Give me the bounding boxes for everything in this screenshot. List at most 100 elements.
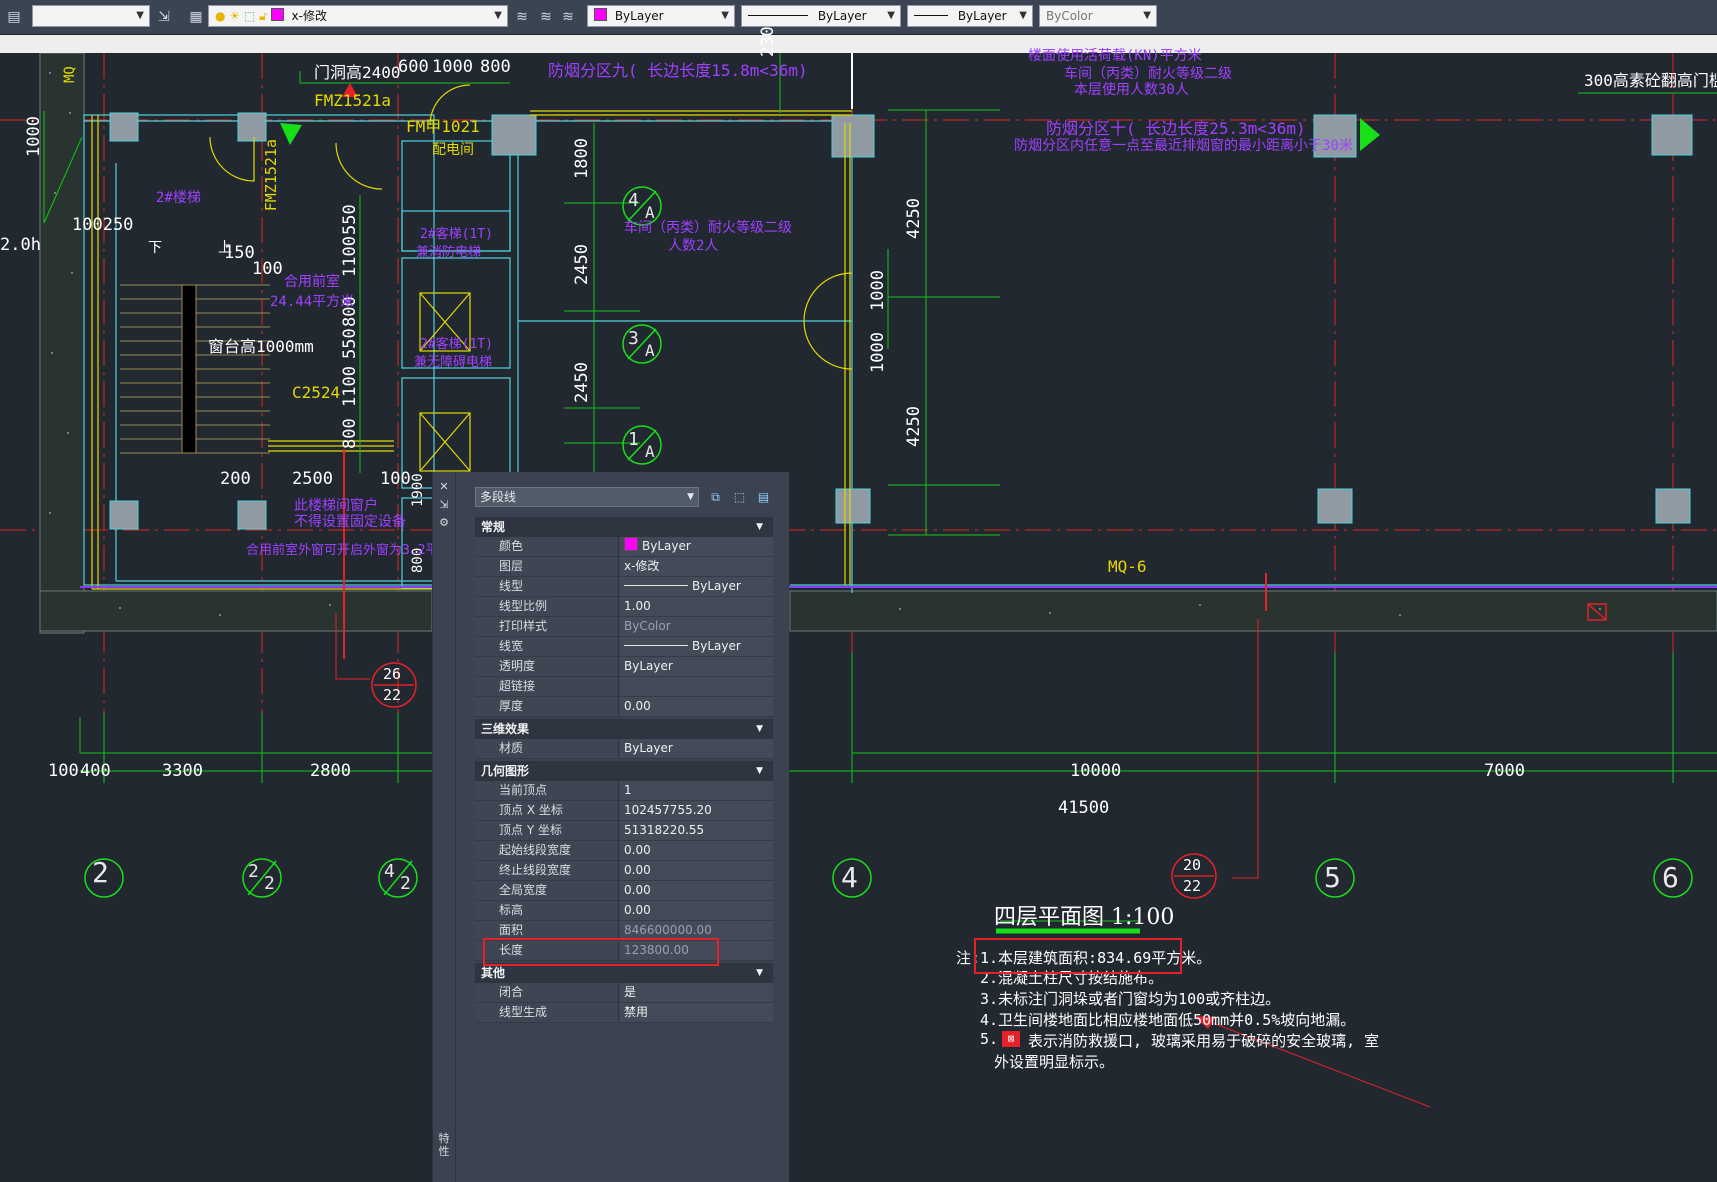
- property-row[interactable]: 线型生成 禁用: [475, 1003, 773, 1023]
- plotstyle-dropdown[interactable]: ByColor ▼: [1039, 5, 1157, 27]
- property-row[interactable]: 起始线段宽度 0.00: [475, 841, 773, 861]
- dim-1800: 1800: [572, 138, 592, 179]
- property-name: 透明度: [475, 657, 619, 676]
- property-value[interactable]: 0.00: [620, 841, 773, 860]
- toggle-pickadd-icon[interactable]: ⧉: [707, 489, 724, 506]
- group-header[interactable]: 几何图形 ▼: [475, 761, 773, 781]
- detail-bubble-20-top: 20: [1183, 856, 1202, 874]
- dim-1100-a: 1100: [340, 236, 360, 277]
- property-value[interactable]: 是: [620, 983, 773, 1002]
- property-row[interactable]: 终止线段宽度 0.00: [475, 861, 773, 881]
- property-value[interactable]: 0.00: [620, 697, 773, 716]
- layer-isolate-icon[interactable]: ≋: [558, 7, 578, 27]
- quick-select-icon[interactable]: ▤: [755, 489, 772, 506]
- property-value-text: 是: [624, 985, 637, 999]
- layer-state-dropdown[interactable]: ▼: [32, 5, 150, 27]
- property-row[interactable]: 标高 0.00: [475, 901, 773, 921]
- property-row[interactable]: 顶点 Y 坐标 51318220.55: [475, 821, 773, 841]
- property-value[interactable]: 102457755.20: [620, 801, 773, 820]
- property-row[interactable]: 颜色 ByLayer: [475, 537, 773, 557]
- property-value[interactable]: 0.00: [620, 901, 773, 920]
- group-header[interactable]: 三维效果 ▼: [475, 719, 773, 739]
- property-row[interactable]: 全局宽度 0.00: [475, 881, 773, 901]
- label-elevator-1-sub: 兼消防电梯: [416, 245, 482, 260]
- group-header[interactable]: 常规 ▼: [475, 517, 773, 537]
- autohide-icon[interactable]: ⇲: [437, 498, 451, 512]
- label-workshop: 车间（丙类）耐火等级二级: [624, 220, 792, 236]
- chevron-down-icon[interactable]: ▼: [756, 719, 763, 739]
- chevron-down-icon[interactable]: ▼: [756, 963, 763, 983]
- property-row[interactable]: 厚度 0.00: [475, 697, 773, 717]
- property-name: 材质: [475, 739, 619, 758]
- property-name: 闭合: [475, 983, 619, 1002]
- property-row[interactable]: 图层 x-修改: [475, 557, 773, 577]
- lineweight-value: ByLayer: [957, 9, 1007, 23]
- property-row[interactable]: 当前顶点 1: [475, 781, 773, 801]
- property-row[interactable]: 线型 ByLayer: [475, 577, 773, 597]
- property-row[interactable]: 打印样式 ByColor: [475, 617, 773, 637]
- property-value[interactable]: 51318220.55: [620, 821, 773, 840]
- layer-properties-icon[interactable]: ▦: [186, 7, 206, 27]
- match-layer-icon[interactable]: ≋: [512, 7, 532, 27]
- property-name: 颜色: [475, 537, 619, 556]
- dim-600: 600: [398, 57, 429, 77]
- label-door-height: 门洞高2400: [314, 63, 401, 82]
- property-value[interactable]: ByColor: [620, 617, 773, 636]
- property-value[interactable]: 0.00: [620, 881, 773, 900]
- property-value[interactable]: ByLayer: [620, 577, 773, 596]
- property-value[interactable]: ByLayer: [620, 537, 773, 556]
- color-dropdown[interactable]: ByLayer ▼: [587, 5, 735, 27]
- property-value[interactable]: 禁用: [620, 1003, 773, 1022]
- property-row[interactable]: 透明度 ByLayer: [475, 657, 773, 677]
- linetype-value: ByLayer: [817, 9, 867, 23]
- property-value[interactable]: 0.00: [620, 861, 773, 880]
- palette-settings-icon[interactable]: ⚙: [437, 516, 451, 530]
- property-row[interactable]: 线型比例 1.00: [475, 597, 773, 617]
- property-value[interactable]: 1.00: [620, 597, 773, 616]
- property-row[interactable]: 顶点 X 坐标 102457755.20: [475, 801, 773, 821]
- label-persons-30: 本层使用人数30人: [1074, 82, 1189, 98]
- property-name: 打印样式: [475, 617, 619, 636]
- property-name: 起始线段宽度: [475, 841, 619, 860]
- axis-label-1a-bottom: A: [645, 442, 655, 461]
- palette-title: 特性: [438, 1132, 450, 1158]
- axis-label-4: 4: [841, 861, 858, 894]
- property-value[interactable]: ByLayer: [620, 637, 773, 656]
- line-sample: [624, 585, 688, 586]
- property-row[interactable]: 超链接: [475, 677, 773, 697]
- object-type-dropdown[interactable]: 多段线 ▼: [475, 487, 699, 507]
- lineweight-sample: [914, 15, 948, 16]
- property-value[interactable]: [620, 677, 773, 696]
- axis-label-2: 2: [92, 856, 109, 889]
- properties-palette: ✕ ⇲ ⚙ 特性 多段线 ▼ ⧉ ⬚ ▤ 常规 ▼ 颜色 ByLayer 图层 x-修改线…: [432, 472, 789, 1182]
- dim-800-top: 800: [480, 57, 511, 77]
- property-row[interactable]: 闭合是: [475, 983, 773, 1003]
- chevron-down-icon[interactable]: ▼: [756, 761, 763, 781]
- property-value-text: 0.00: [624, 843, 651, 857]
- property-value[interactable]: x-修改: [620, 557, 773, 576]
- layer-manager-icon[interactable]: ▤: [4, 7, 24, 27]
- property-value[interactable]: ByLayer: [620, 739, 773, 758]
- lineweight-dropdown[interactable]: ByLayer ▼: [907, 5, 1033, 27]
- layer-state-icon[interactable]: ⇲: [154, 7, 174, 27]
- palette-title-strip: ✕ ⇲ ⚙ 特性: [433, 472, 456, 1182]
- drawing-title: 四层平面图 1:100: [994, 905, 1175, 930]
- group-header[interactable]: 其他 ▼: [475, 963, 773, 983]
- dim-10000: 10000: [1070, 761, 1122, 781]
- sun-icon: ☀: [229, 9, 241, 23]
- chevron-down-icon[interactable]: ▼: [756, 517, 763, 537]
- property-value-text: 0.00: [624, 883, 651, 897]
- property-row[interactable]: 材质 ByLayer: [475, 739, 773, 759]
- drawing-canvas[interactable]: 2 2 2 4 2 4 5 6 4 A 3 A 1 A 26 22 20 22 …: [0, 26, 1717, 1182]
- close-icon[interactable]: ✕: [437, 480, 451, 494]
- property-name: 厚度: [475, 697, 619, 716]
- cad-linework: [0, 53, 1717, 1108]
- property-value[interactable]: ByLayer: [620, 657, 773, 676]
- previous-layer-icon[interactable]: ≋: [536, 7, 556, 27]
- layer-dropdown[interactable]: ● ☀ ⬚ 🔓︎ x-修改 ▼: [208, 5, 508, 27]
- select-objects-icon[interactable]: ⬚: [731, 489, 748, 506]
- property-row[interactable]: 线宽 ByLayer: [475, 637, 773, 657]
- note-5-text-cont: 外设置明显标示。: [994, 1053, 1115, 1071]
- property-value[interactable]: 1: [620, 781, 773, 800]
- linetype-dropdown[interactable]: ByLayer ▼: [741, 5, 901, 27]
